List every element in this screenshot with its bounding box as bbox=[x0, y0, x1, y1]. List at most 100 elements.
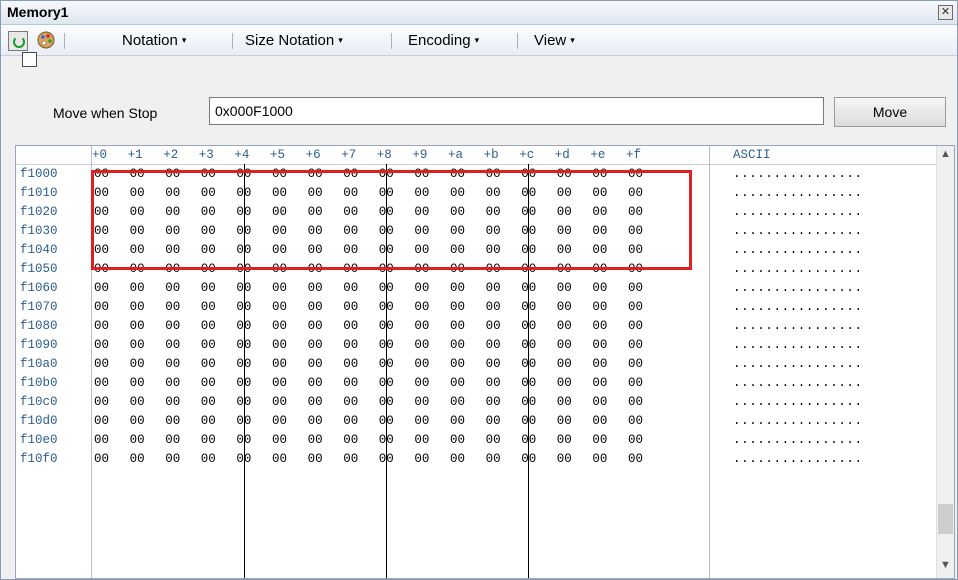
byte-cell[interactable]: 00 bbox=[130, 338, 145, 352]
byte-cell[interactable]: 00 bbox=[557, 395, 572, 409]
byte-cell[interactable]: 00 bbox=[486, 452, 501, 466]
byte-cell[interactable]: 00 bbox=[628, 205, 643, 219]
ascii-cell[interactable]: ................ bbox=[733, 281, 863, 295]
byte-cell[interactable]: 00 bbox=[414, 395, 429, 409]
byte-cell[interactable]: 00 bbox=[236, 395, 251, 409]
byte-cell[interactable]: 00 bbox=[379, 319, 394, 333]
byte-cell[interactable]: 00 bbox=[94, 262, 109, 276]
byte-cell[interactable]: 00 bbox=[379, 186, 394, 200]
byte-cell[interactable]: 00 bbox=[557, 433, 572, 447]
byte-cell[interactable]: 00 bbox=[236, 186, 251, 200]
byte-cell[interactable]: 00 bbox=[272, 300, 287, 314]
byte-cell[interactable]: 00 bbox=[308, 300, 323, 314]
size-notation-menu[interactable]: Size Notation ▾ bbox=[245, 30, 343, 50]
byte-cell[interactable]: 00 bbox=[450, 319, 465, 333]
byte-cell[interactable]: 00 bbox=[272, 281, 287, 295]
byte-cell[interactable]: 00 bbox=[308, 281, 323, 295]
byte-cell[interactable]: 00 bbox=[343, 167, 358, 181]
byte-cell[interactable]: 00 bbox=[236, 414, 251, 428]
byte-cell[interactable]: 00 bbox=[379, 243, 394, 257]
byte-cell[interactable]: 00 bbox=[450, 186, 465, 200]
byte-cell[interactable]: 00 bbox=[308, 452, 323, 466]
byte-cell[interactable]: 00 bbox=[201, 243, 216, 257]
byte-cell[interactable]: 00 bbox=[236, 376, 251, 390]
ascii-cell[interactable]: ................ bbox=[733, 452, 863, 466]
byte-cell[interactable]: 00 bbox=[450, 357, 465, 371]
ascii-cell[interactable]: ................ bbox=[733, 167, 863, 181]
byte-cell[interactable]: 00 bbox=[414, 338, 429, 352]
refresh-icon[interactable] bbox=[8, 31, 28, 51]
byte-cell[interactable]: 00 bbox=[236, 281, 251, 295]
byte-cell[interactable]: 00 bbox=[557, 224, 572, 238]
byte-cell[interactable]: 00 bbox=[272, 338, 287, 352]
byte-cell[interactable]: 00 bbox=[592, 243, 607, 257]
byte-cell[interactable]: 00 bbox=[308, 167, 323, 181]
byte-cell[interactable]: 00 bbox=[201, 433, 216, 447]
byte-cell[interactable]: 00 bbox=[557, 414, 572, 428]
byte-cell[interactable]: 00 bbox=[414, 376, 429, 390]
byte-cell[interactable]: 00 bbox=[343, 319, 358, 333]
byte-cell[interactable]: 00 bbox=[450, 243, 465, 257]
byte-cell[interactable]: 00 bbox=[308, 395, 323, 409]
byte-cell[interactable]: 00 bbox=[272, 167, 287, 181]
byte-cell[interactable]: 00 bbox=[379, 205, 394, 219]
byte-cell[interactable]: 00 bbox=[486, 414, 501, 428]
byte-cell[interactable]: 00 bbox=[201, 319, 216, 333]
ascii-cell[interactable]: ................ bbox=[733, 205, 863, 219]
ascii-cell[interactable]: ................ bbox=[733, 357, 863, 371]
byte-cell[interactable]: 00 bbox=[201, 376, 216, 390]
byte-cell[interactable]: 00 bbox=[94, 452, 109, 466]
byte-cell[interactable]: 00 bbox=[557, 338, 572, 352]
byte-cell[interactable]: 00 bbox=[592, 281, 607, 295]
scroll-up-icon[interactable]: ▲ bbox=[937, 148, 954, 165]
byte-cell[interactable]: 00 bbox=[94, 205, 109, 219]
byte-cell[interactable]: 00 bbox=[450, 205, 465, 219]
notation-menu[interactable]: Notation ▾ bbox=[122, 30, 186, 50]
byte-cell[interactable]: 00 bbox=[343, 414, 358, 428]
byte-cell[interactable]: 00 bbox=[130, 243, 145, 257]
byte-cell[interactable]: 00 bbox=[557, 452, 572, 466]
byte-cell[interactable]: 00 bbox=[308, 338, 323, 352]
byte-cell[interactable]: 00 bbox=[486, 300, 501, 314]
byte-cell[interactable]: 00 bbox=[165, 243, 180, 257]
byte-cell[interactable]: 00 bbox=[165, 338, 180, 352]
byte-cell[interactable]: 00 bbox=[592, 433, 607, 447]
byte-cell[interactable]: 00 bbox=[343, 376, 358, 390]
byte-cell[interactable]: 00 bbox=[236, 300, 251, 314]
byte-cell[interactable]: 00 bbox=[557, 300, 572, 314]
byte-cell[interactable]: 00 bbox=[628, 186, 643, 200]
byte-cell[interactable]: 00 bbox=[308, 357, 323, 371]
byte-cell[interactable]: 00 bbox=[521, 357, 536, 371]
ascii-cell[interactable]: ................ bbox=[733, 262, 863, 276]
byte-cell[interactable]: 00 bbox=[272, 262, 287, 276]
byte-cell[interactable]: 00 bbox=[592, 319, 607, 333]
byte-cell[interactable]: 00 bbox=[130, 186, 145, 200]
byte-cell[interactable]: 00 bbox=[521, 395, 536, 409]
byte-cell[interactable]: 00 bbox=[343, 205, 358, 219]
byte-cell[interactable]: 00 bbox=[450, 167, 465, 181]
byte-cell[interactable]: 00 bbox=[343, 224, 358, 238]
byte-cell[interactable]: 00 bbox=[379, 281, 394, 295]
byte-cell[interactable]: 00 bbox=[165, 281, 180, 295]
vertical-scrollbar[interactable]: ▲ ▼ bbox=[936, 146, 954, 578]
byte-cell[interactable]: 00 bbox=[592, 357, 607, 371]
byte-cell[interactable]: 00 bbox=[557, 167, 572, 181]
palette-icon[interactable] bbox=[36, 30, 56, 50]
byte-cell[interactable]: 00 bbox=[130, 262, 145, 276]
byte-cell[interactable]: 00 bbox=[450, 395, 465, 409]
byte-cell[interactable]: 00 bbox=[450, 300, 465, 314]
scroll-down-icon[interactable]: ▼ bbox=[937, 559, 954, 576]
byte-cell[interactable]: 00 bbox=[414, 281, 429, 295]
byte-cell[interactable]: 00 bbox=[165, 414, 180, 428]
move-button[interactable]: Move bbox=[834, 97, 946, 127]
byte-cell[interactable]: 00 bbox=[94, 224, 109, 238]
byte-cell[interactable]: 00 bbox=[592, 224, 607, 238]
byte-cell[interactable]: 00 bbox=[521, 319, 536, 333]
byte-cell[interactable]: 00 bbox=[521, 433, 536, 447]
byte-cell[interactable]: 00 bbox=[165, 262, 180, 276]
byte-cell[interactable]: 00 bbox=[272, 186, 287, 200]
byte-cell[interactable]: 00 bbox=[521, 243, 536, 257]
byte-cell[interactable]: 00 bbox=[165, 433, 180, 447]
byte-cell[interactable]: 00 bbox=[486, 262, 501, 276]
byte-cell[interactable]: 00 bbox=[201, 262, 216, 276]
